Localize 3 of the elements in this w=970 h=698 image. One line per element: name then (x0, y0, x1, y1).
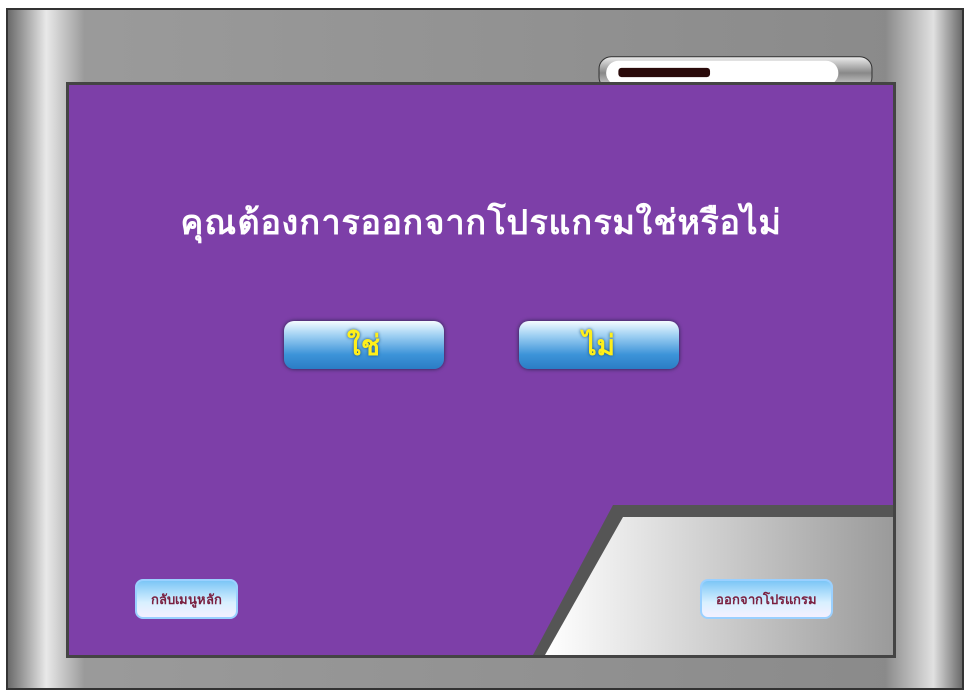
back-button[interactable]: กลับเมนูหลัก (135, 579, 238, 619)
question-text: คุณต้องการออกจากโปรแกรมใช่หรือไม่ (180, 202, 782, 246)
exit-button[interactable]: ออกจากโปรแกรม (700, 579, 833, 619)
